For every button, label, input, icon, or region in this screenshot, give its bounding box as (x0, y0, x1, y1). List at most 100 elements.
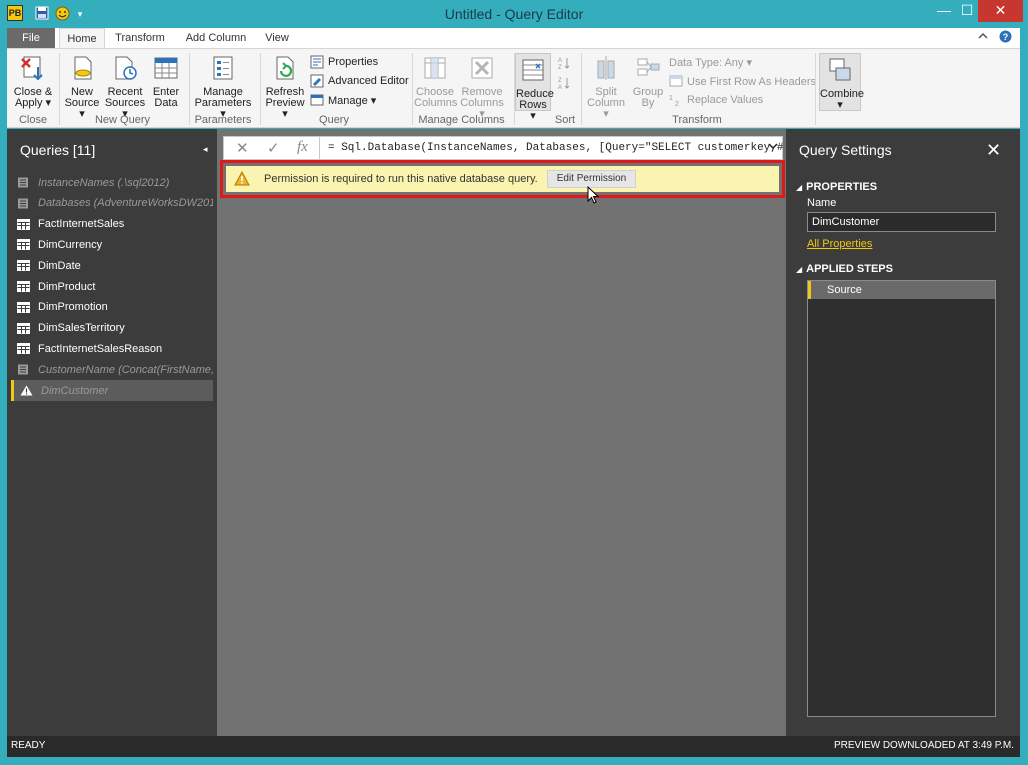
query-item-label: DimProduct (38, 280, 96, 293)
choose-columns-icon (424, 57, 446, 79)
formula-cancel-icon[interactable]: ✕ (236, 139, 249, 157)
query-item-label: FactInternetSalesReason (38, 342, 163, 355)
help-icon[interactable]: ? (999, 30, 1012, 46)
close-settings-icon[interactable]: ✕ (986, 140, 1001, 161)
warning-message: Permission is required to run this nativ… (264, 173, 538, 185)
query-item[interactable]: DimPromotion (11, 297, 213, 318)
query-item[interactable]: FactInternetSalesReason (11, 338, 213, 359)
status-ready: READY (11, 740, 46, 751)
formula-commit-icon[interactable]: ✓ (267, 139, 280, 157)
applied-steps-section-header[interactable]: ◢ APPLIED STEPS (796, 263, 893, 275)
query-item-label: FactInternetSales (38, 218, 125, 231)
new-source-button[interactable]: New Source ▾ (62, 53, 102, 120)
query-item[interactable]: FactInternetSales (11, 214, 213, 235)
sort-ascending-icon: AZ (558, 58, 570, 70)
remove-columns-icon (471, 57, 493, 79)
group-by-button[interactable]: Group By (631, 53, 665, 109)
query-item[interactable]: DimProduct (11, 276, 213, 297)
query-item-label: Databases (AdventureWorksDW2012) (38, 197, 213, 210)
advanced-editor-icon (310, 74, 324, 88)
tab-transform[interactable]: Transform (111, 28, 169, 48)
parameter-icon (11, 198, 38, 209)
table-icon (11, 343, 38, 355)
table-icon (11, 239, 38, 251)
split-column-button[interactable]: Split Column ▾ (584, 53, 628, 120)
group-label-manage-columns: Manage Columns (418, 114, 505, 126)
table-icon (11, 260, 38, 272)
sort-descending-button[interactable]: ZA (557, 75, 575, 91)
formula-input[interactable]: = Sql.Database(InstanceNames, Databases,… (328, 142, 783, 154)
title-bar: PB ▾ Untitled - Query Editor — ☐ ✕ (0, 0, 1028, 28)
group-label-new-query: New Query (94, 114, 151, 126)
all-properties-link[interactable]: All Properties (807, 238, 872, 250)
query-item[interactable]: InstanceNames (.\sql2012) (11, 172, 213, 193)
warning-icon (14, 385, 41, 396)
query-item[interactable]: CustomerName (Concat(FirstName,' ', L (11, 359, 213, 380)
ribbon-separator (815, 53, 816, 125)
use-first-row-headers-button[interactable]: Use First Row As Headers ▾ (669, 73, 825, 89)
properties-section-header[interactable]: ◢ PROPERTIES (796, 181, 877, 193)
collapse-queries-icon[interactable]: ◂ (203, 144, 208, 155)
manage-query-button[interactable]: Manage ▾ (310, 92, 376, 108)
svg-text:2: 2 (675, 101, 679, 107)
close-apply-button[interactable]: Close & Apply ▾ (11, 53, 55, 109)
manage-icon (310, 94, 324, 106)
properties-icon (310, 55, 324, 69)
formula-separator (319, 137, 320, 159)
combine-button[interactable]: Combine ▾ (819, 53, 864, 111)
manage-parameters-button[interactable]: Manage Parameters ▾ (193, 53, 253, 120)
permission-warning-bar: Permission is required to run this nativ… (226, 166, 779, 192)
recent-sources-button[interactable]: Recent Sources ▾ (104, 53, 146, 120)
choose-columns-button[interactable]: Choose Columns (414, 53, 457, 109)
split-column-icon (597, 56, 615, 80)
properties-button[interactable]: Properties (310, 54, 378, 70)
table-headers-icon (669, 75, 683, 87)
query-item[interactable]: DimCurrency (11, 234, 213, 255)
sort-ascending-button[interactable]: AZ (557, 55, 575, 71)
query-item[interactable]: DimDate (11, 255, 213, 276)
group-label-close: Close (18, 114, 48, 126)
tab-file[interactable]: File (7, 28, 55, 48)
tab-view[interactable]: View (259, 28, 295, 48)
preview-area: ✕ ✓ fx = Sql.Database(InstanceNames, Dat… (217, 129, 786, 736)
svg-text:A: A (558, 85, 562, 90)
advanced-editor-button[interactable]: Advanced Editor (310, 73, 409, 89)
reduce-rows-button[interactable]: Reduce Rows ▾ (515, 53, 554, 122)
enter-data-button[interactable]: Enter Data (149, 53, 183, 109)
applied-steps-list: Source (807, 280, 996, 717)
step-source[interactable]: Source (808, 281, 995, 299)
table-icon (11, 281, 38, 292)
parameter-icon (11, 364, 38, 375)
tab-home[interactable]: Home (59, 28, 105, 49)
table-icon (11, 218, 38, 230)
query-item[interactable]: Databases (AdventureWorksDW2012) (11, 193, 213, 214)
ribbon-collapse-icon[interactable] (977, 30, 989, 45)
group-label-sort: Sort (554, 114, 576, 126)
formula-expand-icon[interactable] (768, 142, 778, 153)
tab-add-column[interactable]: Add Column (179, 28, 253, 48)
replace-values-button[interactable]: 12 Replace Values (669, 92, 763, 108)
group-by-icon (637, 58, 660, 76)
combine-icon (829, 58, 851, 81)
ribbon-separator (581, 53, 582, 125)
close-window-button[interactable]: ✕ (978, 0, 1023, 22)
status-bar: READY PREVIEW DOWNLOADED AT 3:49 P.M. (7, 736, 1020, 757)
svg-text:?: ? (1003, 32, 1009, 42)
fx-icon[interactable]: fx (297, 139, 308, 156)
reduce-rows-icon (522, 59, 544, 81)
query-item[interactable]: DimSalesTerritory (11, 318, 213, 339)
parameter-icon (11, 177, 38, 188)
query-item[interactable]: DimCustomer (11, 380, 213, 401)
query-item-label: InstanceNames (.\sql2012) (38, 176, 170, 189)
svg-text:Z: Z (558, 65, 562, 70)
data-type-dropdown[interactable]: Data Type: Any ▾ (669, 54, 752, 70)
replace-values-icon: 12 (669, 95, 679, 107)
svg-text:1: 1 (669, 95, 673, 102)
collapse-triangle-icon: ◢ (796, 183, 803, 192)
query-name-input[interactable] (807, 212, 996, 232)
collapse-triangle-icon: ◢ (796, 265, 803, 274)
svg-text:Z: Z (558, 78, 562, 84)
ribbon-separator (260, 53, 261, 125)
remove-columns-button[interactable]: Remove Columns ▾ (459, 53, 505, 120)
refresh-preview-button[interactable]: Refresh Preview ▾ (264, 53, 306, 120)
